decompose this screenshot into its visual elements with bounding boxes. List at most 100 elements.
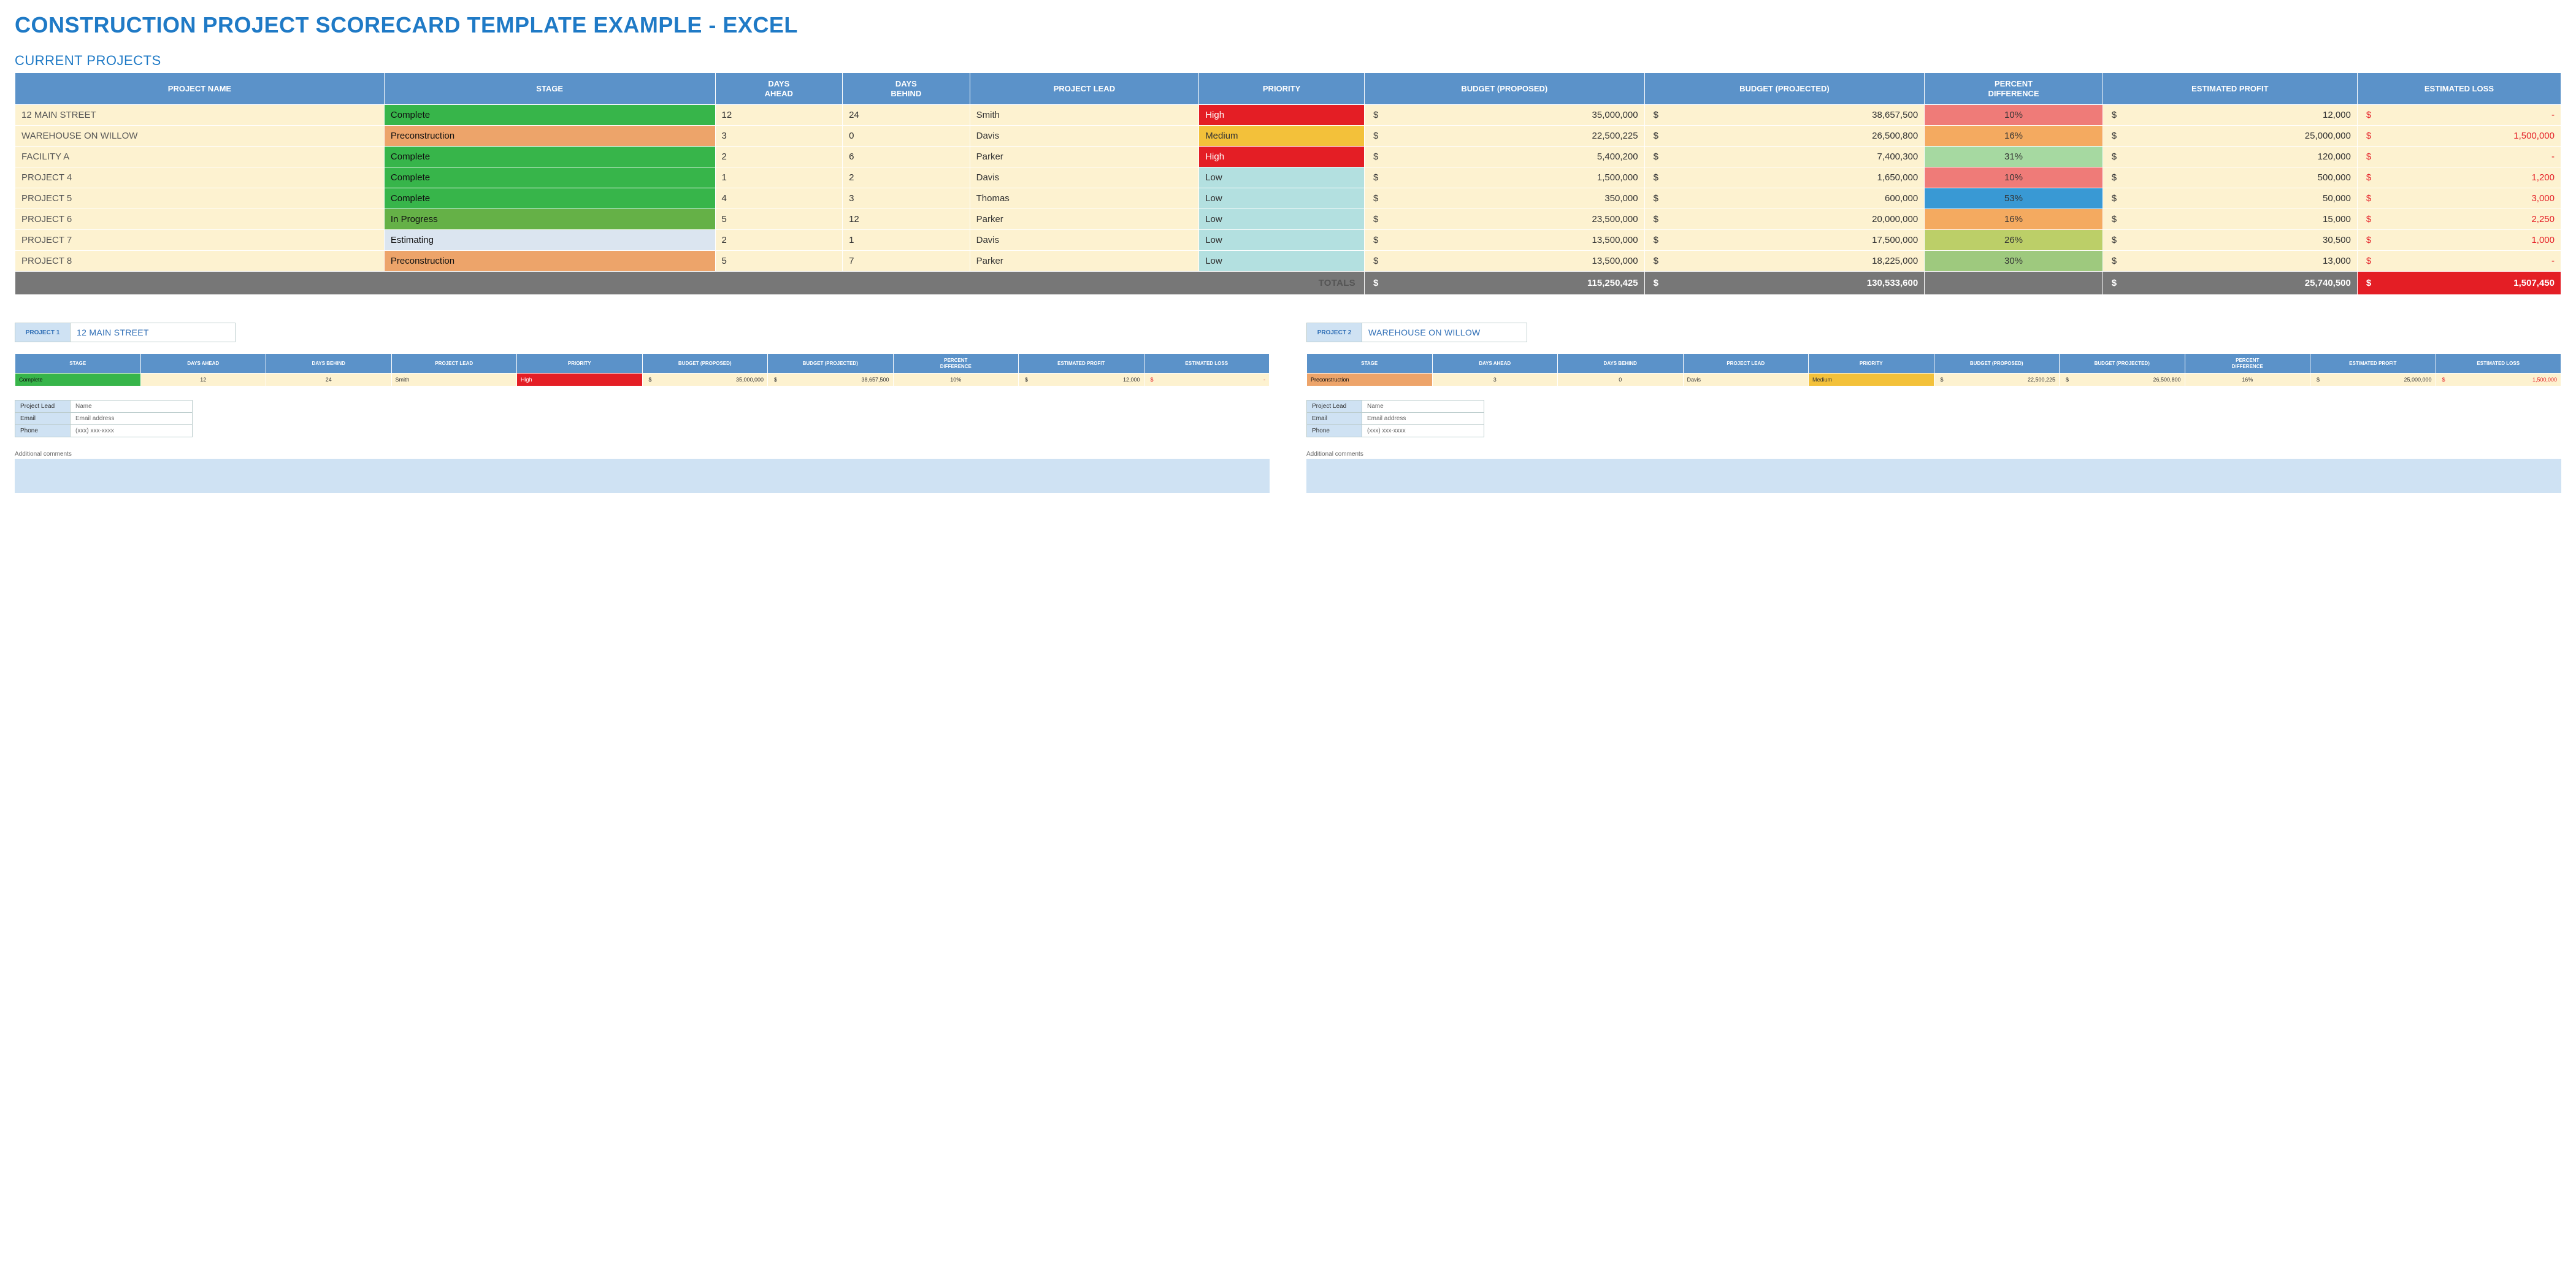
mini-priority: Medium: [1809, 374, 1934, 386]
mini-budget-projected: $38,657,500: [768, 374, 894, 386]
cell-pct-diff: 16%: [1925, 209, 2103, 230]
table-row: WAREHOUSE ON WILLOWPreconstruction30Davi…: [15, 126, 2561, 147]
page-title: CONSTRUCTION PROJECT SCORECARD TEMPLATE …: [15, 12, 2561, 38]
cell-lead: Parker: [970, 147, 1199, 167]
comments-box[interactable]: [1306, 459, 2561, 493]
project-detail-card: PROJECT 112 MAIN STREETSTAGEDAYS AHEADDA…: [15, 323, 1270, 493]
mini-col-header: BUDGET (PROJECTED): [768, 354, 894, 374]
cell-priority: Medium: [1199, 126, 1365, 147]
col-header: ESTIMATED PROFIT: [2103, 73, 2357, 105]
cell-budget-proposed: $13,500,000: [1365, 230, 1645, 251]
mini-lead: Davis: [1683, 374, 1809, 386]
contact-row: EmailEmail address: [15, 413, 193, 425]
mini-table: STAGEDAYS AHEADDAYS BEHINDPROJECT LEADPR…: [15, 353, 1270, 386]
mini-stage: Complete: [15, 374, 141, 386]
projects-table: PROJECT NAMESTAGEDAYSAHEADDAYSBEHINDPROJ…: [15, 72, 2561, 294]
cell-stage: Complete: [384, 167, 715, 188]
cell-days-ahead: 2: [715, 230, 843, 251]
mini-col-header: STAGE: [15, 354, 141, 374]
col-header: PERCENTDIFFERENCE: [1925, 73, 2103, 105]
cell-project-name: 12 MAIN STREET: [15, 105, 385, 126]
contact-value: Name: [1362, 401, 1484, 413]
cell-pct-diff: 16%: [1925, 126, 2103, 147]
table-row: PROJECT 6In Progress512ParkerLow$23,500,…: [15, 209, 2561, 230]
cell-loss: $-: [2357, 251, 2561, 272]
cell-budget-proposed: $350,000: [1365, 188, 1645, 209]
card-project-name: WAREHOUSE ON WILLOW: [1362, 323, 1527, 342]
cell-pct-diff: 26%: [1925, 230, 2103, 251]
mini-col-header: PRIORITY: [1809, 354, 1934, 374]
project-detail-card: PROJECT 2WAREHOUSE ON WILLOWSTAGEDAYS AH…: [1306, 323, 2561, 493]
card-head: PROJECT 2WAREHOUSE ON WILLOW: [1306, 323, 1527, 342]
cell-priority: Low: [1199, 230, 1365, 251]
col-header: BUDGET (PROJECTED): [1644, 73, 1925, 105]
cell-budget-projected: $600,000: [1644, 188, 1925, 209]
cell-days-ahead: 5: [715, 251, 843, 272]
contact-value: (xxx) xxx-xxxx: [71, 425, 193, 437]
cell-budget-proposed: $5,400,200: [1365, 147, 1645, 167]
cell-budget-proposed: $35,000,000: [1365, 105, 1645, 126]
mini-col-header: DAYS BEHIND: [1558, 354, 1684, 374]
table-row: 12 MAIN STREETComplete1224SmithHigh$35,0…: [15, 105, 2561, 126]
col-header: PRIORITY: [1199, 73, 1365, 105]
contact-field: Phone: [1307, 425, 1362, 437]
mini-col-header: BUDGET (PROPOSED): [1934, 354, 2060, 374]
cell-project-name: FACILITY A: [15, 147, 385, 167]
cell-days-behind: 6: [843, 147, 970, 167]
mini-lead: Smith: [391, 374, 517, 386]
cell-lead: Smith: [970, 105, 1199, 126]
mini-row: Preconstruction30DavisMedium$22,500,225$…: [1307, 374, 2561, 386]
cell-stage: Complete: [384, 188, 715, 209]
mini-pct: 16%: [2185, 374, 2310, 386]
cell-budget-projected: $7,400,300: [1644, 147, 1925, 167]
cell-stage: Complete: [384, 147, 715, 167]
cell-budget-proposed: $1,500,000: [1365, 167, 1645, 188]
mini-budget-projected: $26,500,800: [2060, 374, 2185, 386]
contact-row: Phone(xxx) xxx-xxxx: [15, 425, 193, 437]
cell-priority: Low: [1199, 167, 1365, 188]
contact-table: Project LeadNameEmailEmail addressPhone(…: [1306, 400, 1484, 437]
mini-profit: $12,000: [1019, 374, 1144, 386]
cell-days-ahead: 3: [715, 126, 843, 147]
cell-budget-projected: $18,225,000: [1644, 251, 1925, 272]
cell-pct-diff: 30%: [1925, 251, 2103, 272]
mini-col-header: STAGE: [1307, 354, 1433, 374]
mini-priority: High: [517, 374, 643, 386]
cell-profit: $50,000: [2103, 188, 2357, 209]
cell-budget-projected: $26,500,800: [1644, 126, 1925, 147]
mini-col-header: PERCENTDIFFERENCE: [893, 354, 1019, 374]
cell-loss: $1,000: [2357, 230, 2561, 251]
totals-label: TOTALS: [15, 272, 1365, 295]
cell-loss: $-: [2357, 147, 2561, 167]
contact-field: Email: [1307, 413, 1362, 425]
mini-days-behind: 0: [1558, 374, 1684, 386]
cell-pct-diff: 10%: [1925, 167, 2103, 188]
mini-days-ahead: 3: [1432, 374, 1558, 386]
mini-col-header: BUDGET (PROPOSED): [642, 354, 768, 374]
col-header: PROJECT LEAD: [970, 73, 1199, 105]
cell-stage: Estimating: [384, 230, 715, 251]
comments-box[interactable]: [15, 459, 1270, 493]
cell-project-name: PROJECT 6: [15, 209, 385, 230]
col-header: DAYSAHEAD: [715, 73, 843, 105]
mini-profit: $25,000,000: [2310, 374, 2436, 386]
cell-days-behind: 2: [843, 167, 970, 188]
contact-field: Project Lead: [1307, 401, 1362, 413]
cell-priority: Low: [1199, 188, 1365, 209]
cell-pct-diff: 53%: [1925, 188, 2103, 209]
cell-lead: Thomas: [970, 188, 1199, 209]
cell-days-ahead: 5: [715, 209, 843, 230]
cell-days-behind: 0: [843, 126, 970, 147]
cell-days-behind: 12: [843, 209, 970, 230]
mini-col-header: PRIORITY: [517, 354, 643, 374]
cell-project-name: PROJECT 7: [15, 230, 385, 251]
cell-days-behind: 3: [843, 188, 970, 209]
mini-col-header: PROJECT LEAD: [391, 354, 517, 374]
cell-project-name: PROJECT 8: [15, 251, 385, 272]
mini-col-header: ESTIMATED PROFIT: [2310, 354, 2436, 374]
cell-budget-proposed: $23,500,000: [1365, 209, 1645, 230]
mini-loss: $1,500,000: [2436, 374, 2561, 386]
card-tag: PROJECT 1: [15, 323, 71, 342]
contact-field: Phone: [15, 425, 71, 437]
cell-loss: $1,500,000: [2357, 126, 2561, 147]
